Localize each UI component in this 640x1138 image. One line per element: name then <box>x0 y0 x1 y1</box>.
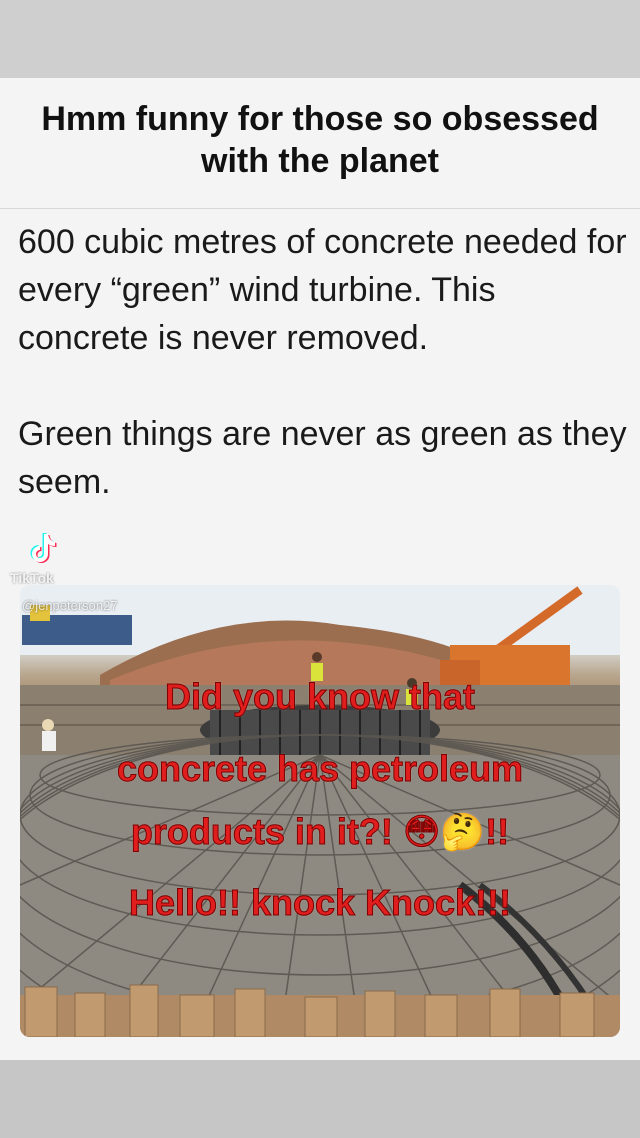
story-frame: Hmm funny for those so obsessed with the… <box>0 0 640 1138</box>
post-title-line2: with the planet <box>201 142 439 180</box>
post-title-line1: Hmm funny for those so obsessed <box>41 100 599 138</box>
title-divider <box>0 208 640 209</box>
post-title: Hmm funny for those so obsessed with the… <box>0 98 640 182</box>
tiktok-logo-icon <box>30 533 57 563</box>
overlay-line-4: Hello!! knock Knock!!! <box>128 882 512 924</box>
tiktok-handle-label: @jenpeterson27 <box>22 598 118 613</box>
overlay-line-1: Did you know that <box>165 676 476 718</box>
post-paragraph-1: 600 cubic metres of concrete needed for … <box>18 223 627 357</box>
post-paragraph-2: Green things are never as green as they … <box>18 415 627 501</box>
overlay-line-3: products in it?! 😳🤔!! <box>130 811 510 853</box>
post-body: 600 cubic metres of concrete needed for … <box>18 218 628 554</box>
tiktok-brand-label: TikTok <box>10 570 54 586</box>
overlay-line-2: concrete has petroleum <box>116 748 524 790</box>
